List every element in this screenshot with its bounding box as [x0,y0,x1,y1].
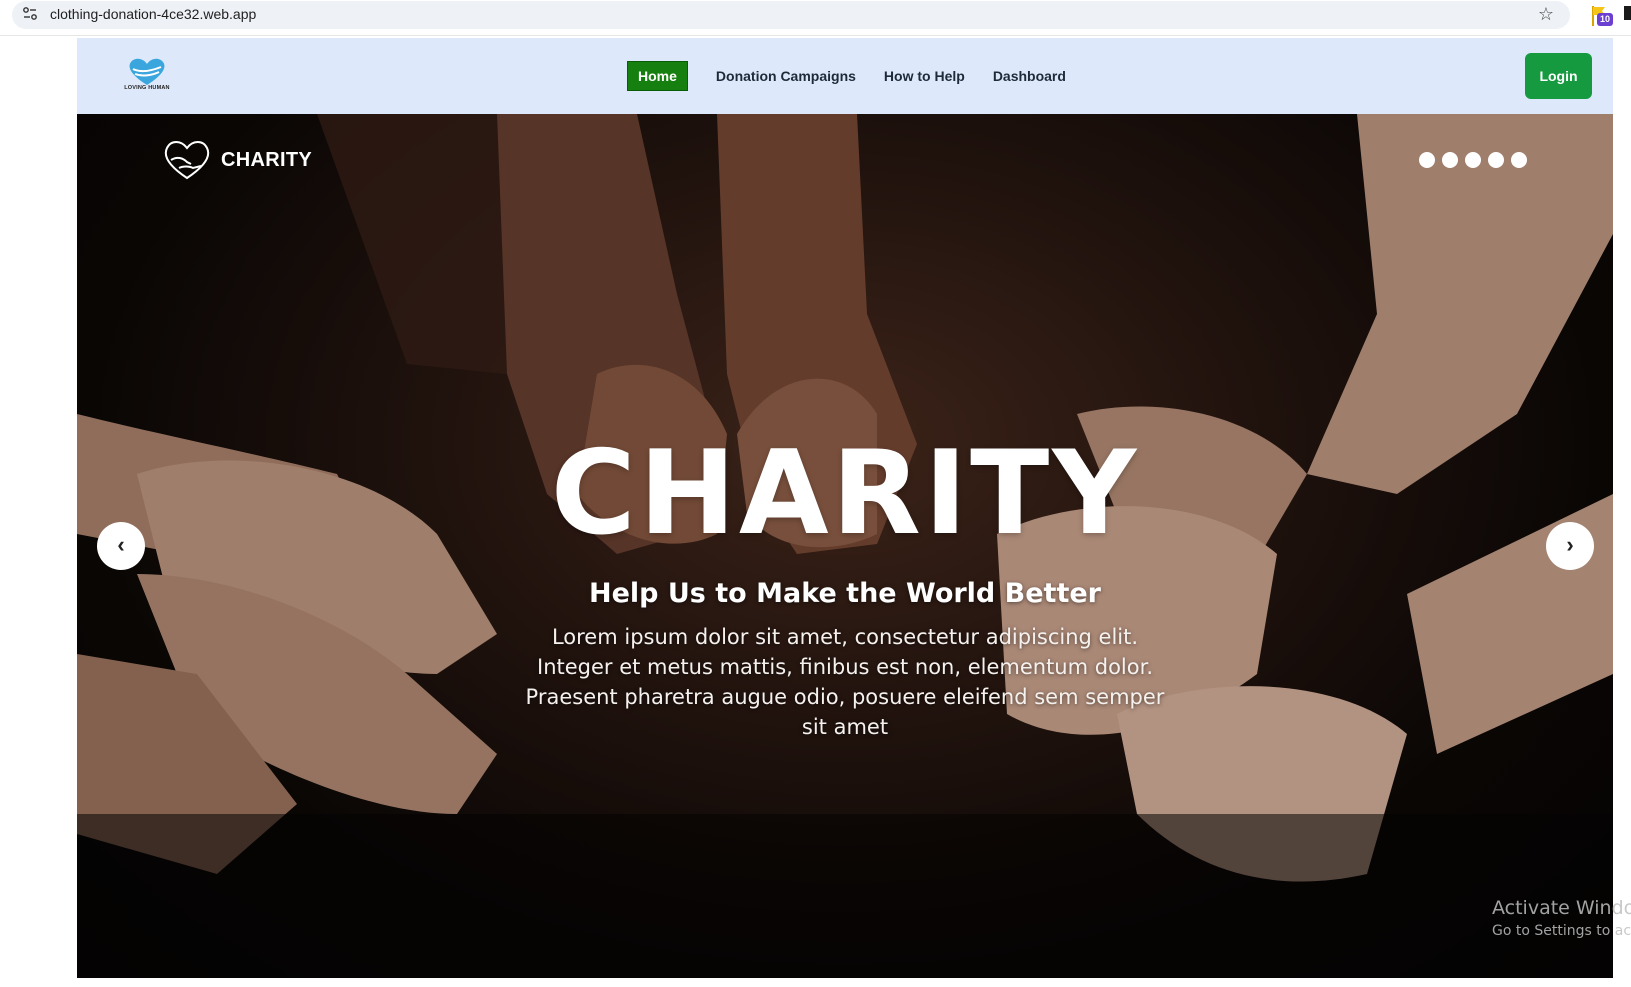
site-info-icon[interactable] [22,6,38,22]
carousel-indicators [1419,152,1534,168]
toolbar-overflow-edge [1624,6,1631,20]
browser-toolbar: clothing-donation-4ce32.web.app ☆ 10 [0,0,1631,36]
carousel-dot[interactable] [1465,152,1481,168]
hero-description: Lorem ipsum dolor sit amet, consectetur … [525,625,1165,739]
carousel-dot[interactable] [1511,152,1527,168]
windows-activation-watermark: Activate Windows Go to Settings to activ… [1492,897,1631,939]
site-navbar: LOVING HUMAN Home Donation Campaigns How… [77,38,1613,114]
bookmark-star-icon[interactable]: ☆ [1536,4,1556,24]
nav-dashboard[interactable]: Dashboard [993,68,1066,84]
main-nav: Home Donation Campaigns How to Help Dash… [627,61,1094,91]
hero-carousel: CHARITY ‹ › CHARITY Help Us to Make the … [77,114,1613,978]
watermark-subtitle: Go to Settings to activate Windows. [1492,923,1631,939]
hero-brand: CHARITY [161,138,312,182]
carousel-dot[interactable] [1419,152,1435,168]
watermark-title: Activate Windows [1492,897,1631,919]
hero-brand-text: CHARITY [221,148,312,171]
hero-subtitle: Help Us to Make the World Better [588,578,1101,609]
charity-heart-hands-icon [164,141,210,180]
url-text[interactable]: clothing-donation-4ce32.web.app [50,6,256,22]
extension-badge: 10 [1597,13,1613,26]
nav-donation-campaigns[interactable]: Donation Campaigns [716,68,856,84]
nav-home[interactable]: Home [627,61,688,91]
carousel-dot[interactable] [1442,152,1458,168]
logo-text: LOVING HUMAN [124,85,170,91]
carousel-dot[interactable] [1488,152,1504,168]
nav-how-to-help[interactable]: How to Help [884,68,965,84]
login-button[interactable]: Login [1525,53,1592,99]
page: LOVING HUMAN Home Donation Campaigns How… [77,38,1613,982]
hero-title: CHARITY [550,426,1140,561]
